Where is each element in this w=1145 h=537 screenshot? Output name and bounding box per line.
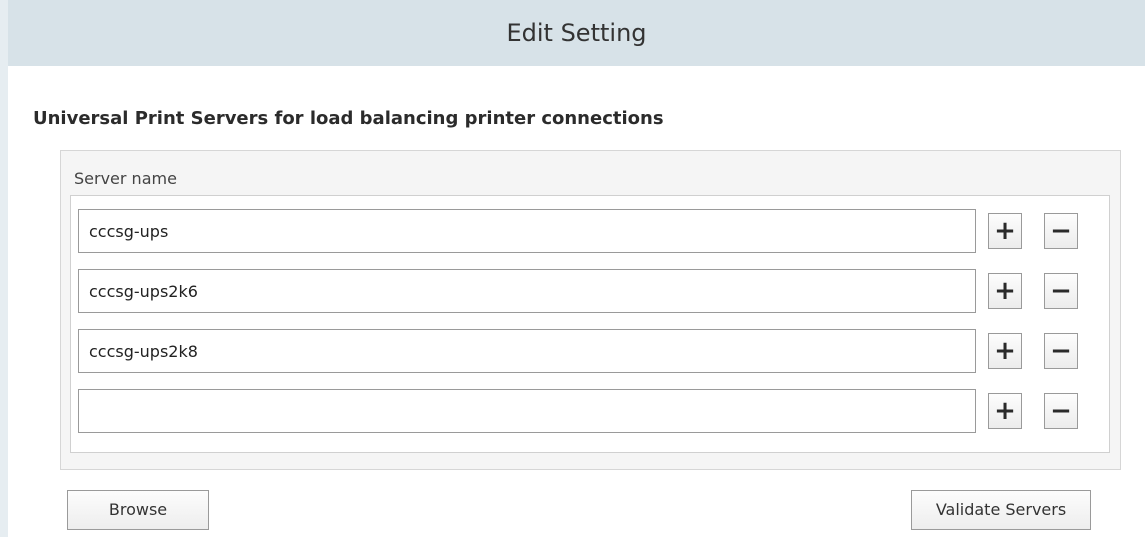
minus-icon: − — [1050, 276, 1072, 306]
add-row-button[interactable]: + — [988, 393, 1022, 429]
minus-icon: − — [1050, 216, 1072, 246]
remove-row-button[interactable]: − — [1044, 393, 1078, 429]
plus-icon: + — [994, 216, 1016, 246]
validate-servers-button[interactable]: Validate Servers — [911, 490, 1091, 530]
server-name-field[interactable] — [78, 389, 976, 433]
minus-icon: − — [1050, 396, 1072, 426]
dialog-content: Universal Print Servers for load balanci… — [8, 66, 1145, 537]
add-row-button[interactable]: + — [988, 273, 1022, 309]
browse-button[interactable]: Browse — [67, 490, 209, 530]
window-left-edge — [0, 0, 8, 537]
section-heading: Universal Print Servers for load balanci… — [33, 108, 664, 129]
server-name-column-label: Server name — [74, 169, 177, 188]
remove-row-button[interactable]: − — [1044, 213, 1078, 249]
plus-icon: + — [994, 396, 1016, 426]
server-name-field[interactable] — [78, 209, 976, 253]
remove-row-button[interactable]: − — [1044, 333, 1078, 369]
server-name-field[interactable] — [78, 329, 976, 373]
dialog-title: Edit Setting — [506, 19, 647, 47]
remove-row-button[interactable]: − — [1044, 273, 1078, 309]
add-row-button[interactable]: + — [988, 213, 1022, 249]
server-name-field[interactable] — [78, 269, 976, 313]
plus-icon: + — [994, 336, 1016, 366]
minus-icon: − — [1050, 336, 1072, 366]
plus-icon: + — [994, 276, 1016, 306]
dialog-title-bar: Edit Setting — [8, 0, 1145, 66]
add-row-button[interactable]: + — [988, 333, 1022, 369]
